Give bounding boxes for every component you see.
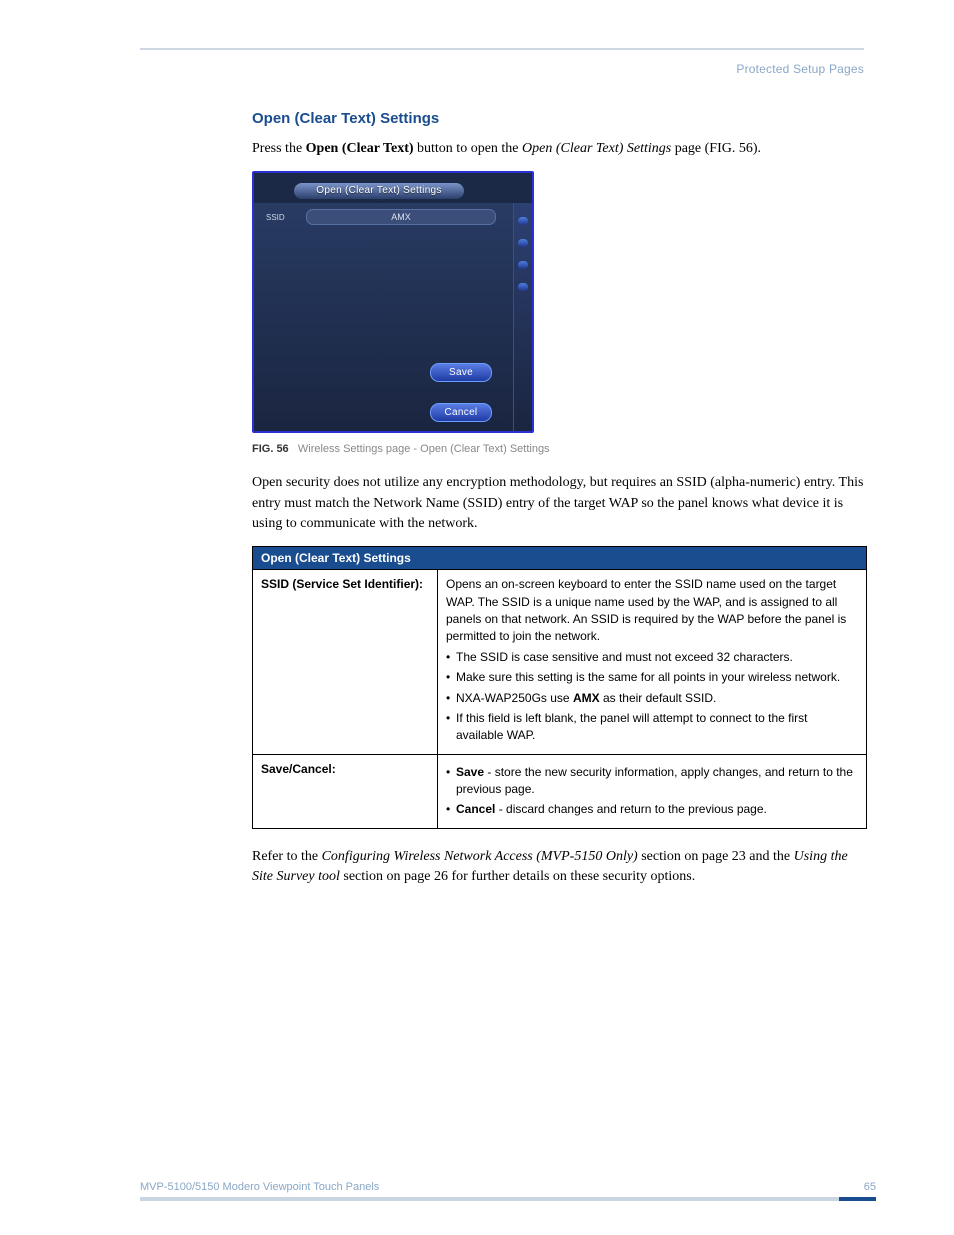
ssid-label: SSID (266, 213, 285, 222)
page-footer: MVP-5100/5150 Modero Viewpoint Touch Pan… (140, 1181, 876, 1193)
bullet-text: NXA-WAP250Gs use AMX as their default SS… (456, 690, 858, 707)
ssid-description: Opens an on-screen keyboard to enter the… (446, 576, 858, 646)
device-title-tab: Open (Clear Text) Settings (294, 183, 464, 199)
page: Protected Setup Pages Open (Clear Text) … (0, 0, 954, 1235)
figure-caption-inner: Wireless Settings page - Open (Clear Tex… (298, 443, 550, 455)
bullet-icon (446, 764, 456, 799)
intro-pre: Press the (252, 141, 306, 156)
strip-indicator-icon (518, 239, 528, 247)
page-number: 65 (864, 1181, 876, 1193)
list-item: NXA-WAP250Gs use AMX as their default SS… (446, 690, 858, 707)
table-header: Open (Clear Text) Settings (253, 547, 867, 570)
figure-caption: FIG. 56 Wireless Settings page - Open (C… (252, 443, 864, 455)
bullet-text: Save - store the new security informatio… (456, 764, 858, 799)
bullet-text: Cancel - discard changes and return to t… (456, 801, 858, 818)
device-body (254, 203, 532, 431)
settings-table: Open (Clear Text) Settings SSID (Service… (252, 546, 867, 829)
intro-button-name: Open (Clear Text) (306, 141, 414, 156)
outro-link-1: Configuring Wireless Network Access (MVP… (322, 849, 638, 864)
bullet-bold: Cancel (456, 802, 495, 816)
top-rule (140, 48, 864, 50)
outro-mid1: section on page 23 and the (638, 849, 794, 864)
figure-number: FIG. 56 (252, 443, 289, 455)
strip-indicator-icon (518, 217, 528, 225)
bullet-span: - store the new security information, ap… (456, 765, 853, 796)
outro-paragraph: Refer to the Configuring Wireless Networ… (252, 847, 864, 888)
row-desc-save-cancel: Save - store the new security informatio… (438, 754, 867, 828)
bullet-icon (446, 710, 456, 745)
outro-mid2: section on page 26 for further details o… (340, 869, 695, 884)
intro-mid: button to open the (414, 141, 523, 156)
list-item: If this field is left blank, the panel w… (446, 710, 858, 745)
bullet-span: - discard changes and return to the prev… (495, 802, 767, 816)
section-heading: Open (Clear Text) Settings (252, 110, 864, 127)
running-head: Protected Setup Pages (140, 62, 864, 76)
list-item: Cancel - discard changes and return to t… (446, 801, 858, 818)
device-panel: Open (Clear Text) Settings SSID AMX Save… (252, 171, 534, 433)
intro-page-name: Open (Clear Text) Settings (522, 141, 671, 156)
table-row: SSID (Service Set Identifier): Opens an … (253, 570, 867, 755)
intro-paragraph: Press the Open (Clear Text) button to op… (252, 139, 864, 159)
outro-pre: Refer to the (252, 849, 322, 864)
figure-56: Open (Clear Text) Settings SSID AMX Save… (252, 171, 864, 455)
bullet-text: Make sure this setting is the same for a… (456, 669, 858, 686)
footer-product-name: MVP-5100/5150 Modero Viewpoint Touch Pan… (140, 1181, 379, 1193)
list-item: The SSID is case sensitive and must not … (446, 649, 858, 666)
bullet-span: NXA-WAP250Gs use (456, 691, 573, 705)
list-item: Make sure this setting is the same for a… (446, 669, 858, 686)
footer-rule (140, 1197, 876, 1201)
save-button[interactable]: Save (430, 363, 492, 382)
bullet-icon (446, 669, 456, 686)
bullet-bold: AMX (573, 691, 600, 705)
strip-indicator-icon (518, 283, 528, 291)
list-item: Save - store the new security informatio… (446, 764, 858, 799)
bullet-icon (446, 690, 456, 707)
intro-post: page (FIG. 56). (671, 141, 761, 156)
bullet-text: If this field is left blank, the panel w… (456, 710, 858, 745)
open-security-paragraph: Open security does not utilize any encry… (252, 473, 864, 534)
bullet-icon (446, 649, 456, 666)
device-side-strip (513, 203, 532, 431)
figure-caption-text: Wireless Settings page - Open (Clear Tex… (292, 443, 550, 455)
row-label-ssid: SSID (Service Set Identifier): (253, 570, 438, 755)
bullet-bold: Save (456, 765, 484, 779)
bullet-span: as their default SSID. (600, 691, 717, 705)
content-column: Open (Clear Text) Settings Press the Ope… (252, 110, 864, 887)
ssid-input[interactable]: AMX (306, 209, 496, 225)
row-desc-ssid: Opens an on-screen keyboard to enter the… (438, 570, 867, 755)
bullet-icon (446, 801, 456, 818)
table-row: Save/Cancel: Save - store the new securi… (253, 754, 867, 828)
bullet-text: The SSID is case sensitive and must not … (456, 649, 858, 666)
strip-indicator-icon (518, 261, 528, 269)
cancel-button[interactable]: Cancel (430, 403, 492, 422)
row-label-save-cancel: Save/Cancel: (253, 754, 438, 828)
